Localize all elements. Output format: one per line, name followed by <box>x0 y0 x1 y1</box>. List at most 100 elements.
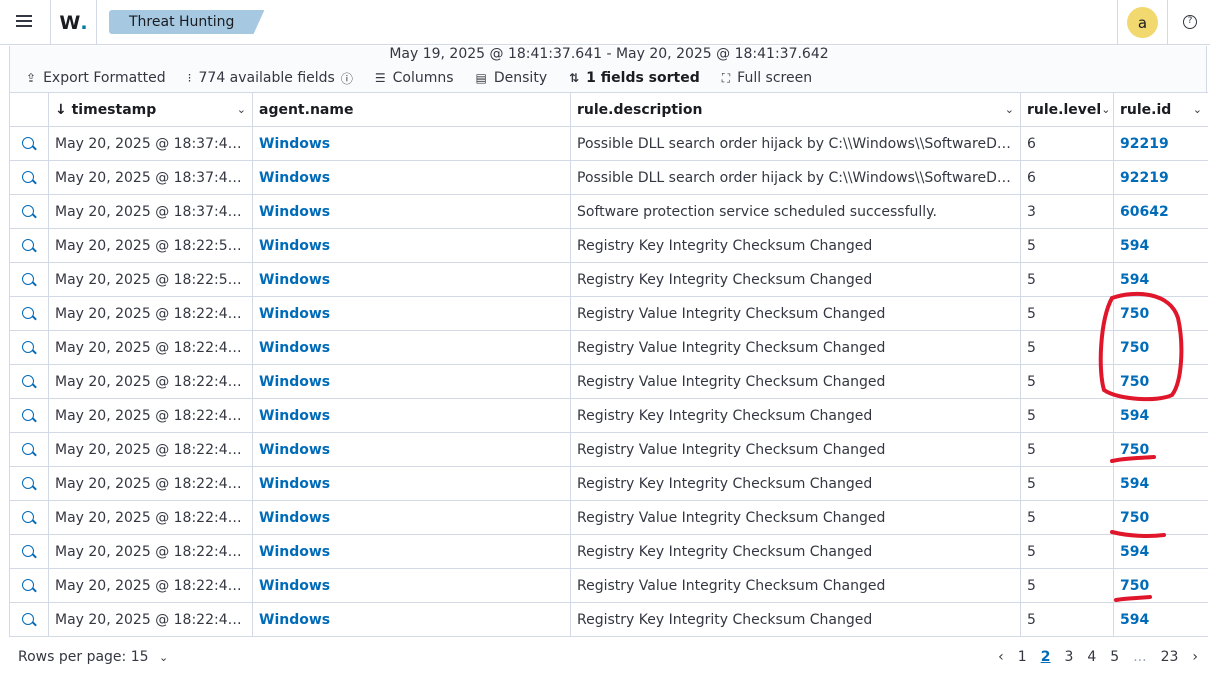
cell-rule-id: 594 <box>1114 467 1208 500</box>
inspect-document-icon[interactable] <box>21 544 37 560</box>
cell-rule-description: Registry Key Integrity Checksum Changed <box>571 399 1021 432</box>
page-link-3[interactable]: 3 <box>1064 649 1073 665</box>
rule-id-link[interactable]: 594 <box>1120 408 1149 424</box>
agent-name-link[interactable]: Windows <box>259 238 330 254</box>
rule-description-value: Possible DLL search order hijack by C:\\… <box>577 135 1014 152</box>
chevron-down-icon[interactable]: ⌄ <box>1005 103 1014 116</box>
available-fields-button[interactable]: ⁝ 774 available fields ⓘ <box>188 70 353 87</box>
page-link-1[interactable]: 1 <box>1018 649 1027 665</box>
rule-id-link[interactable]: 750 <box>1120 510 1149 526</box>
cell-agent-name: Windows <box>253 195 571 228</box>
inspect-document-icon[interactable] <box>21 136 37 152</box>
previous-page-icon[interactable]: ‹ <box>998 649 1004 665</box>
header-agent-name[interactable]: agent.name <box>253 93 571 126</box>
table-row: May 20, 2025 @ 18:22:49.9... Windows Regis… <box>10 297 1208 331</box>
agent-name-link[interactable]: Windows <box>259 340 330 356</box>
rule-id-link[interactable]: 594 <box>1120 476 1149 492</box>
cell-rule-description: Registry Key Integrity Checksum Changed <box>571 603 1021 636</box>
inspect-document-icon[interactable] <box>21 340 37 356</box>
sort-icon: ⇅ <box>569 71 580 85</box>
inspect-document-icon[interactable] <box>21 578 37 594</box>
cell-agent-name: Windows <box>253 467 571 500</box>
user-avatar[interactable]: a <box>1127 7 1158 38</box>
export-formatted-button[interactable]: ⇪ Export Formatted <box>26 70 166 86</box>
app-logo[interactable]: W. <box>50 0 97 45</box>
cell-timestamp: May 20, 2025 @ 18:22:49.9... <box>49 365 253 398</box>
rule-id-link[interactable]: 92219 <box>1120 170 1169 186</box>
rule-id-link[interactable]: 594 <box>1120 238 1149 254</box>
rule-id-link[interactable]: 750 <box>1120 442 1149 458</box>
header-timestamp[interactable]: ↓ timestamp ⌄ <box>49 93 253 126</box>
rule-level-value: 5 <box>1027 509 1036 526</box>
rule-id-link[interactable]: 750 <box>1120 374 1149 390</box>
header-rule-description[interactable]: rule.description ⌄ <box>571 93 1021 126</box>
fields-sorted-button[interactable]: ⇅ 1 fields sorted <box>569 70 700 86</box>
inspect-document-icon[interactable] <box>21 204 37 220</box>
agent-name-link[interactable]: Windows <box>259 578 330 594</box>
header-rule-level[interactable]: rule.level ⌄ <box>1021 93 1114 126</box>
agent-name-link[interactable]: Windows <box>259 170 330 186</box>
timestamp-value: May 20, 2025 @ 18:22:49.8... <box>55 611 246 628</box>
page-link-2[interactable]: 2 <box>1041 649 1051 665</box>
agent-name-link[interactable]: Windows <box>259 510 330 526</box>
full-screen-button[interactable]: ⛶ Full screen <box>722 70 812 86</box>
help-icon[interactable]: ? <box>1183 15 1197 29</box>
agent-name-link[interactable]: Windows <box>259 544 330 560</box>
rule-id-link[interactable]: 750 <box>1120 578 1149 594</box>
next-page-icon[interactable]: › <box>1192 649 1198 665</box>
export-label: Export Formatted <box>43 70 166 86</box>
chevron-down-icon[interactable]: ⌄ <box>1193 103 1202 116</box>
chevron-down-icon: ⌄ <box>158 651 169 664</box>
agent-name-link[interactable]: Windows <box>259 306 330 322</box>
cell-timestamp: May 20, 2025 @ 18:22:49.8... <box>49 569 253 602</box>
inspect-document-icon[interactable] <box>21 238 37 254</box>
inspect-document-icon[interactable] <box>21 170 37 186</box>
rule-id-link[interactable]: 60642 <box>1120 204 1169 220</box>
rule-id-link[interactable]: 750 <box>1120 306 1149 322</box>
agent-name-link[interactable]: Windows <box>259 476 330 492</box>
rule-id-link[interactable]: 594 <box>1120 544 1149 560</box>
breadcrumb-threat-hunting[interactable]: Threat Hunting <box>109 10 265 34</box>
chevron-down-icon[interactable]: ⌄ <box>237 103 246 116</box>
rule-level-value: 5 <box>1027 611 1036 628</box>
timestamp-value: May 20, 2025 @ 18:37:42.0... <box>55 203 246 220</box>
page-link-23[interactable]: 23 <box>1161 649 1179 665</box>
agent-name-link[interactable]: Windows <box>259 136 330 152</box>
inspect-document-icon[interactable] <box>21 476 37 492</box>
rows-per-page-selector[interactable]: Rows per page: 15 ⌄ <box>18 649 168 665</box>
cell-rule-level: 5 <box>1021 433 1114 466</box>
pagination: ‹ 1 2 3 4 5... 23 › <box>984 649 1198 665</box>
rule-id-link[interactable]: 92219 <box>1120 136 1169 152</box>
page-link-5[interactable]: 5 <box>1110 649 1119 665</box>
inspect-document-icon[interactable] <box>21 272 37 288</box>
inspect-document-icon[interactable] <box>21 306 37 322</box>
menu-icon[interactable] <box>14 12 36 32</box>
timestamp-value: May 20, 2025 @ 18:37:49.8... <box>55 135 246 152</box>
chevron-down-icon[interactable]: ⌄ <box>1101 103 1110 116</box>
inspect-document-icon[interactable] <box>21 374 37 390</box>
rule-id-link[interactable]: 594 <box>1120 272 1149 288</box>
agent-name-link[interactable]: Windows <box>259 612 330 628</box>
fullscreen-icon: ⛶ <box>721 70 731 85</box>
page-link-4[interactable]: 4 <box>1087 649 1096 665</box>
agent-name-link[interactable]: Windows <box>259 374 330 390</box>
inspect-document-icon[interactable] <box>21 408 37 424</box>
density-button[interactable]: ▤ Density <box>476 70 548 86</box>
columns-button[interactable]: ☰ Columns <box>375 70 454 86</box>
cell-rule-description: Possible DLL search order hijack by C:\\… <box>571 127 1021 160</box>
timestamp-value: May 20, 2025 @ 18:22:49.8... <box>55 441 246 458</box>
rows-per-page-label: Rows per page: 15 <box>18 649 149 665</box>
inspect-document-icon[interactable] <box>21 510 37 526</box>
header-rule-id[interactable]: rule.id ⌄ <box>1114 93 1208 126</box>
rule-id-link[interactable]: 750 <box>1120 340 1149 356</box>
agent-name-link[interactable]: Windows <box>259 408 330 424</box>
agent-name-link[interactable]: Windows <box>259 272 330 288</box>
inspect-document-icon[interactable] <box>21 442 37 458</box>
inspect-cell <box>10 399 49 432</box>
rule-id-link[interactable]: 594 <box>1120 612 1149 628</box>
agent-name-link[interactable]: Windows <box>259 442 330 458</box>
inspect-document-icon[interactable] <box>21 612 37 628</box>
cell-agent-name: Windows <box>253 501 571 534</box>
agent-name-link[interactable]: Windows <box>259 204 330 220</box>
logo-text: W <box>59 11 81 34</box>
